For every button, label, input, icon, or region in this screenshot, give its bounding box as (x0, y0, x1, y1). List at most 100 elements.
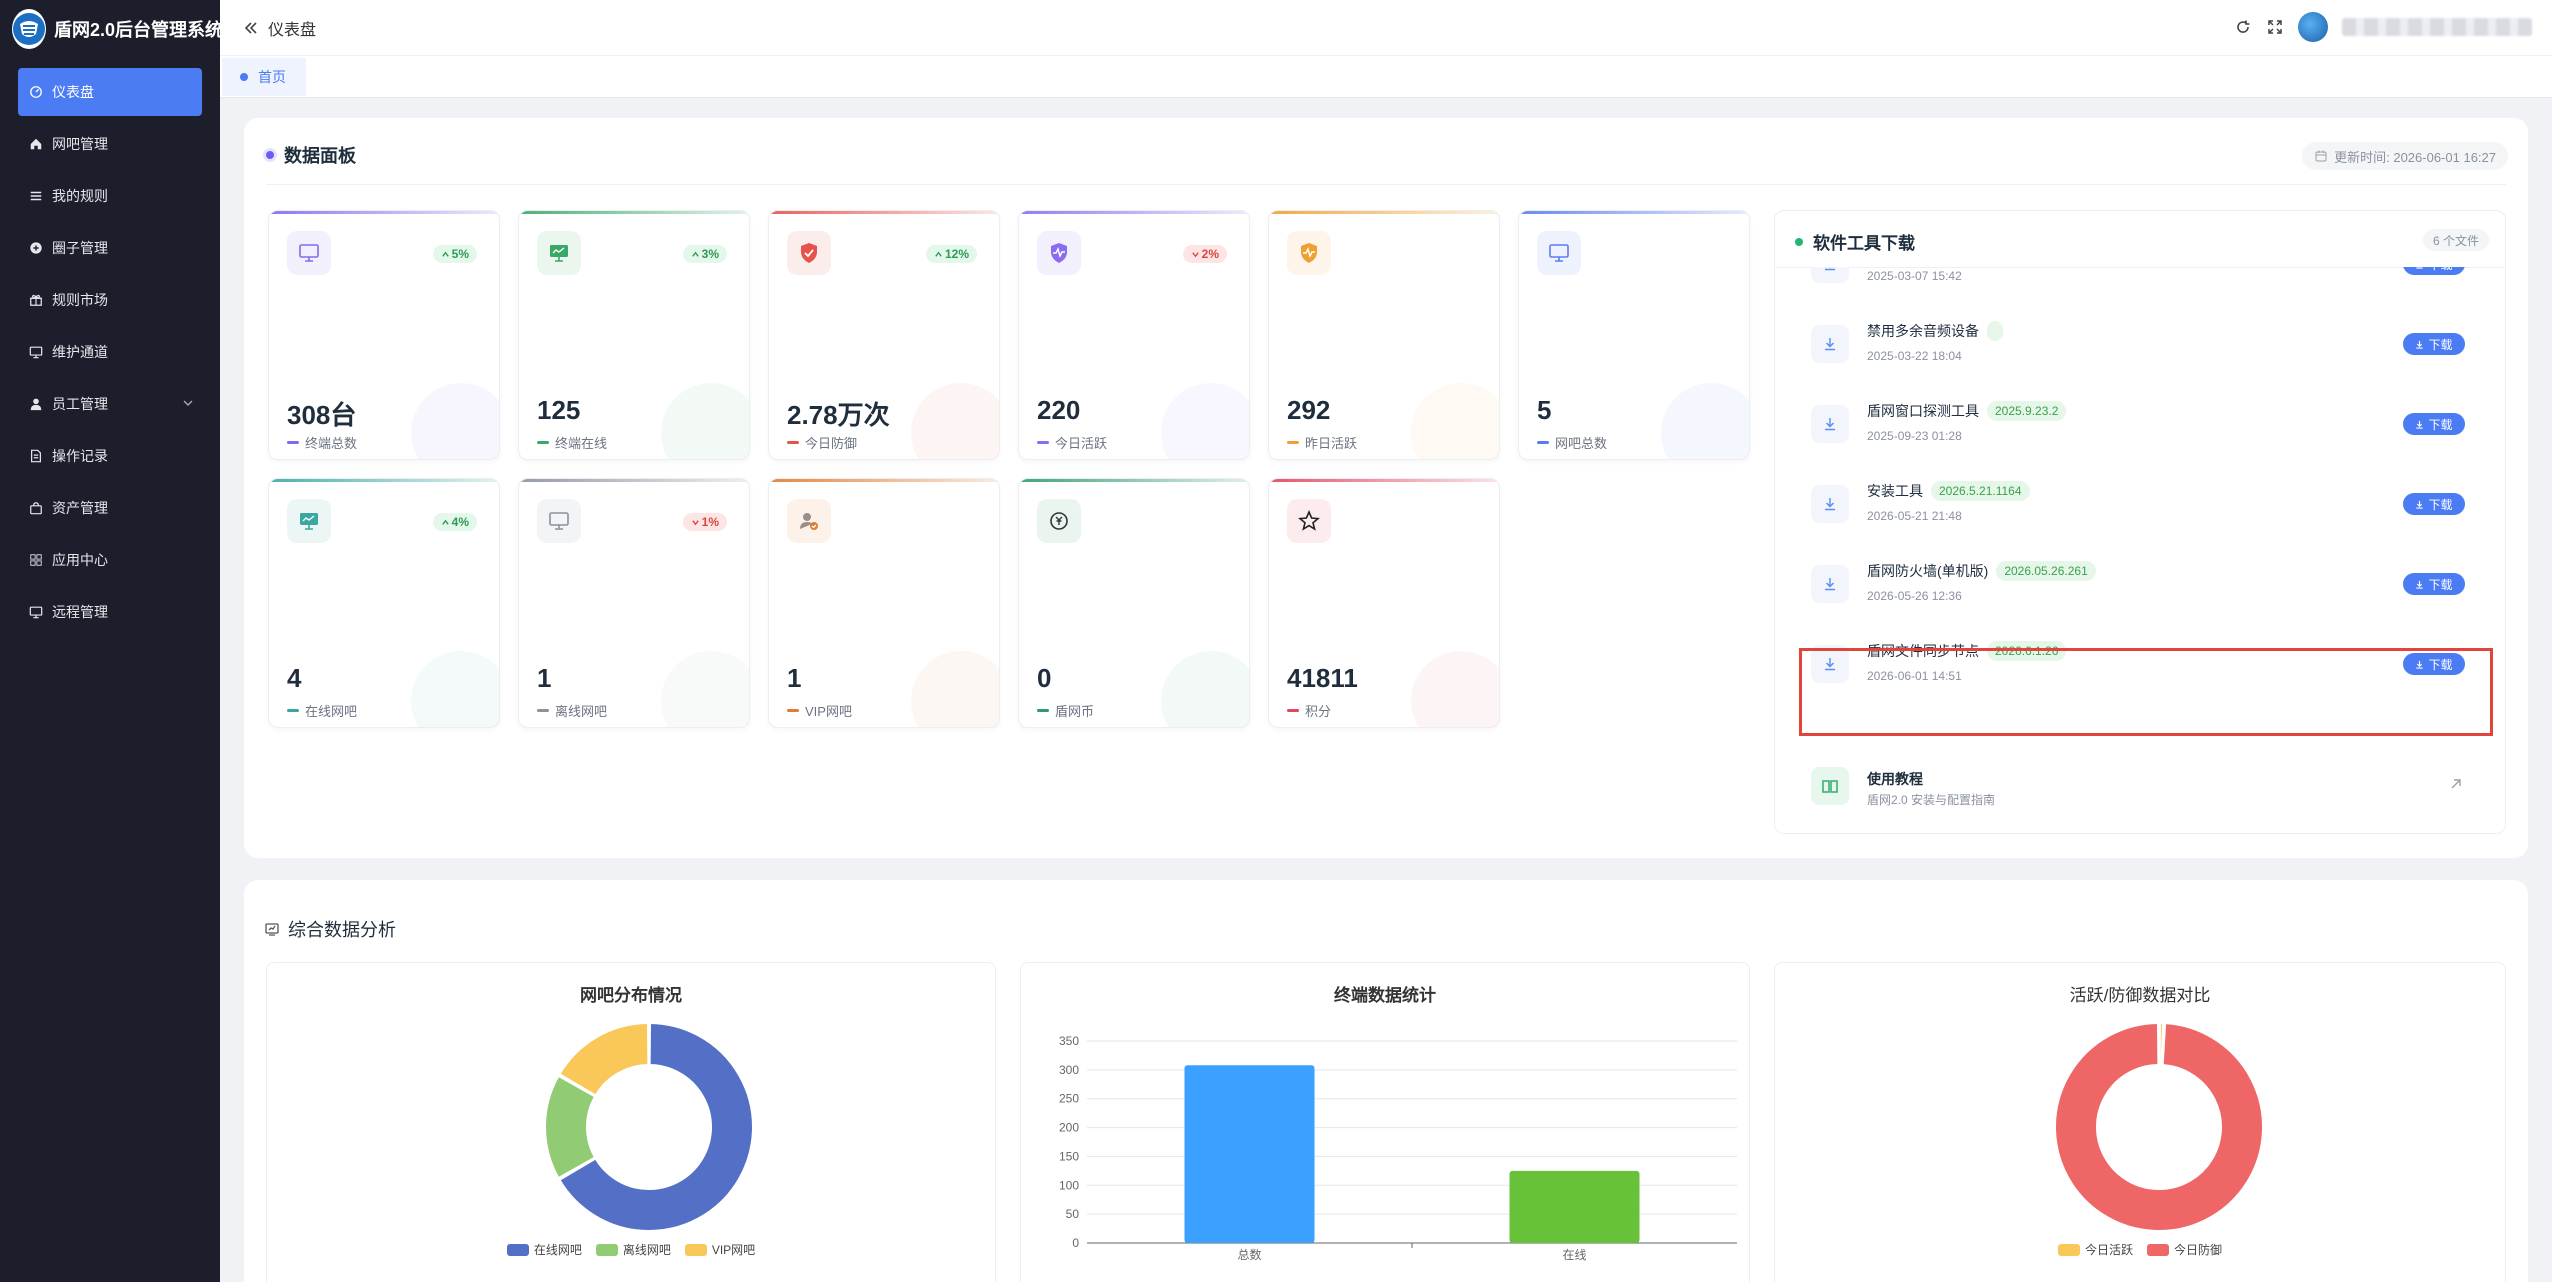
sidebar-item-6[interactable]: 维护通道 (18, 328, 202, 376)
stat-label: 积分 (1287, 701, 1331, 720)
sidebar-item-2[interactable]: 网吧管理 (18, 120, 202, 168)
stat-card-10[interactable]: 0 盾网币 (1018, 478, 1250, 728)
stat-card-4[interactable]: 2% 220 今日活跃 (1018, 210, 1250, 460)
legend-item[interactable]: 在线网吧 (506, 1241, 582, 1258)
stat-label-text: VIP网吧 (805, 704, 852, 719)
monitor-icon (287, 231, 331, 275)
sidebar-item-label: 资产管理 (52, 500, 108, 516)
y-tick-label: 100 (1059, 1178, 1079, 1192)
stat-label-text: 昨日活跃 (1305, 436, 1358, 451)
download-icon (2415, 267, 2424, 269)
label-marker (787, 709, 799, 712)
sidebar-item-7[interactable]: 员工管理 (18, 380, 202, 428)
book-icon (1811, 767, 1849, 805)
stat-card-1[interactable]: 5% 308台 终端总数 (268, 210, 500, 460)
donut-chart (544, 1021, 754, 1232)
download-item: 盾网文件同步节点 2026.6.1.26 2026-06-01 14:51 下载 (1805, 625, 2475, 705)
legend-swatch (2147, 1243, 2169, 1256)
monitor-icon (1537, 231, 1581, 275)
sidebar-item-11[interactable]: 远程管理 (18, 588, 202, 636)
sidebar-item-5[interactable]: 规则市场 (18, 276, 202, 324)
stat-card-8[interactable]: 1% 1 离线网吧 (518, 478, 750, 728)
sidebar-item-9[interactable]: 资产管理 (18, 484, 202, 532)
download-button[interactable]: 下载 (2403, 653, 2465, 675)
trend-value: 2% (1201, 247, 1219, 261)
bar-2[interactable] (1509, 1170, 1640, 1243)
decorative-circle (661, 651, 749, 727)
stat-label: 终端总数 (287, 433, 357, 452)
stat-card-6[interactable]: 5 网吧总数 (1518, 210, 1750, 460)
version-badge: 2026.5.21.1164 (1931, 481, 2030, 501)
chart-legend: 在线网吧 离线网吧 VIP网吧 (267, 1241, 995, 1258)
stat-card-2[interactable]: 3% 125 终端在线 (518, 210, 750, 460)
section-dot (266, 151, 274, 159)
stat-label-text: 在线网吧 (305, 704, 358, 719)
download-button[interactable]: 下载 (2403, 493, 2465, 515)
decorative-circle (411, 383, 499, 459)
stat-card-7[interactable]: 4% 4 在线网吧 (268, 478, 500, 728)
download-button[interactable]: 下载 (2403, 573, 2465, 595)
legend-swatch (684, 1243, 707, 1256)
tabs-bar: 首页 (220, 56, 2552, 98)
stat-label-text: 终端在线 (555, 436, 608, 451)
stat-label-text: 网吧总数 (1555, 436, 1608, 451)
trend-up-icon (441, 518, 450, 527)
legend-swatch (595, 1243, 618, 1256)
download-button-label: 下载 (2428, 417, 2453, 432)
trend-value: 5% (451, 247, 469, 261)
legend-item[interactable]: 今日防御 (2147, 1241, 2222, 1258)
download-date: 2025-03-22 18:04 (1867, 349, 1962, 363)
download-button-label: 下载 (2428, 657, 2453, 672)
collapse-sidebar-icon[interactable] (242, 19, 260, 37)
star-icon (1287, 499, 1331, 543)
download-icon (2415, 580, 2424, 589)
download-file-icon (1811, 645, 1849, 683)
legend-item[interactable]: 今日活跃 (2057, 1241, 2133, 1258)
tutorial-link[interactable]: 使用教程 盾网2.0 安装与配置指南 (1805, 751, 2475, 821)
pie-slice-2[interactable] (2054, 1021, 2264, 1232)
sidebar-item-3[interactable]: 我的规则 (18, 172, 202, 220)
sidebar-item-8[interactable]: 操作记录 (18, 432, 202, 480)
sidebar-item-label: 网吧管理 (52, 136, 108, 152)
sidebar-item-label: 应用中心 (52, 552, 108, 568)
gift-icon (28, 292, 44, 308)
stat-card-11[interactable]: 41811 积分 (1268, 478, 1500, 728)
download-list[interactable]: 2025-03-07 15:42下载禁用多余音频设备2025-03-22 18:… (1775, 267, 2505, 743)
stat-card-3[interactable]: 12% 2.78万次 今日防御 (768, 210, 1000, 460)
legend-item[interactable]: 离线网吧 (595, 1241, 671, 1258)
download-date: 2026-05-21 21:48 (1867, 509, 1962, 523)
download-panel-title: 软件工具下载 (1813, 234, 1915, 253)
donut-chart (2054, 1021, 2264, 1232)
circle-icon (28, 240, 44, 256)
file-count-badge: 6 个文件 (2422, 229, 2489, 251)
external-link-icon[interactable] (2449, 777, 2463, 791)
download-button[interactable]: 下载 (2403, 333, 2465, 355)
stat-card-9[interactable]: 1 VIP网吧 (768, 478, 1000, 728)
user-name-blurred[interactable] (2342, 18, 2532, 36)
decorative-circle (1411, 383, 1499, 459)
card-accent-line (519, 211, 749, 214)
sidebar-item-label: 圈子管理 (52, 240, 108, 256)
sidebar-item-10[interactable]: 应用中心 (18, 536, 202, 584)
app-logo[interactable]: 盾网2.0后台管理系统 (0, 0, 224, 58)
sidebar-item-1[interactable]: 仪表盘 (18, 68, 202, 116)
download-icon (2415, 420, 2424, 429)
x-tick-label: 在线 (1562, 1248, 1586, 1262)
version-badge: 2025.9.23.2 (1987, 401, 2067, 421)
user-avatar[interactable] (2298, 12, 2328, 42)
sidebar: 盾网2.0后台管理系统 仪表盘网吧管理我的规则圈子管理规则市场 维护通道 员工管理操… (0, 0, 224, 1282)
app-title: 盾网2.0后台管理系统 (54, 20, 224, 40)
refresh-icon[interactable] (2234, 18, 2252, 36)
sidebar-item-4[interactable]: 圈子管理 (18, 224, 202, 272)
fullscreen-icon[interactable] (2266, 18, 2284, 36)
vip-user-icon (787, 499, 831, 543)
download-button[interactable]: 下载 (2403, 413, 2465, 435)
chevron-down-icon[interactable] (182, 397, 194, 409)
tab-home[interactable]: 首页 (222, 58, 306, 96)
bar-1[interactable] (1184, 1065, 1315, 1243)
stat-card-5[interactable]: 292 昨日活跃 (1268, 210, 1500, 460)
download-button[interactable]: 下载 (2403, 267, 2465, 275)
download-date: 2025-03-07 15:42 (1867, 269, 1962, 283)
logo-icon (12, 9, 46, 49)
legend-item[interactable]: VIP网吧 (684, 1241, 755, 1258)
